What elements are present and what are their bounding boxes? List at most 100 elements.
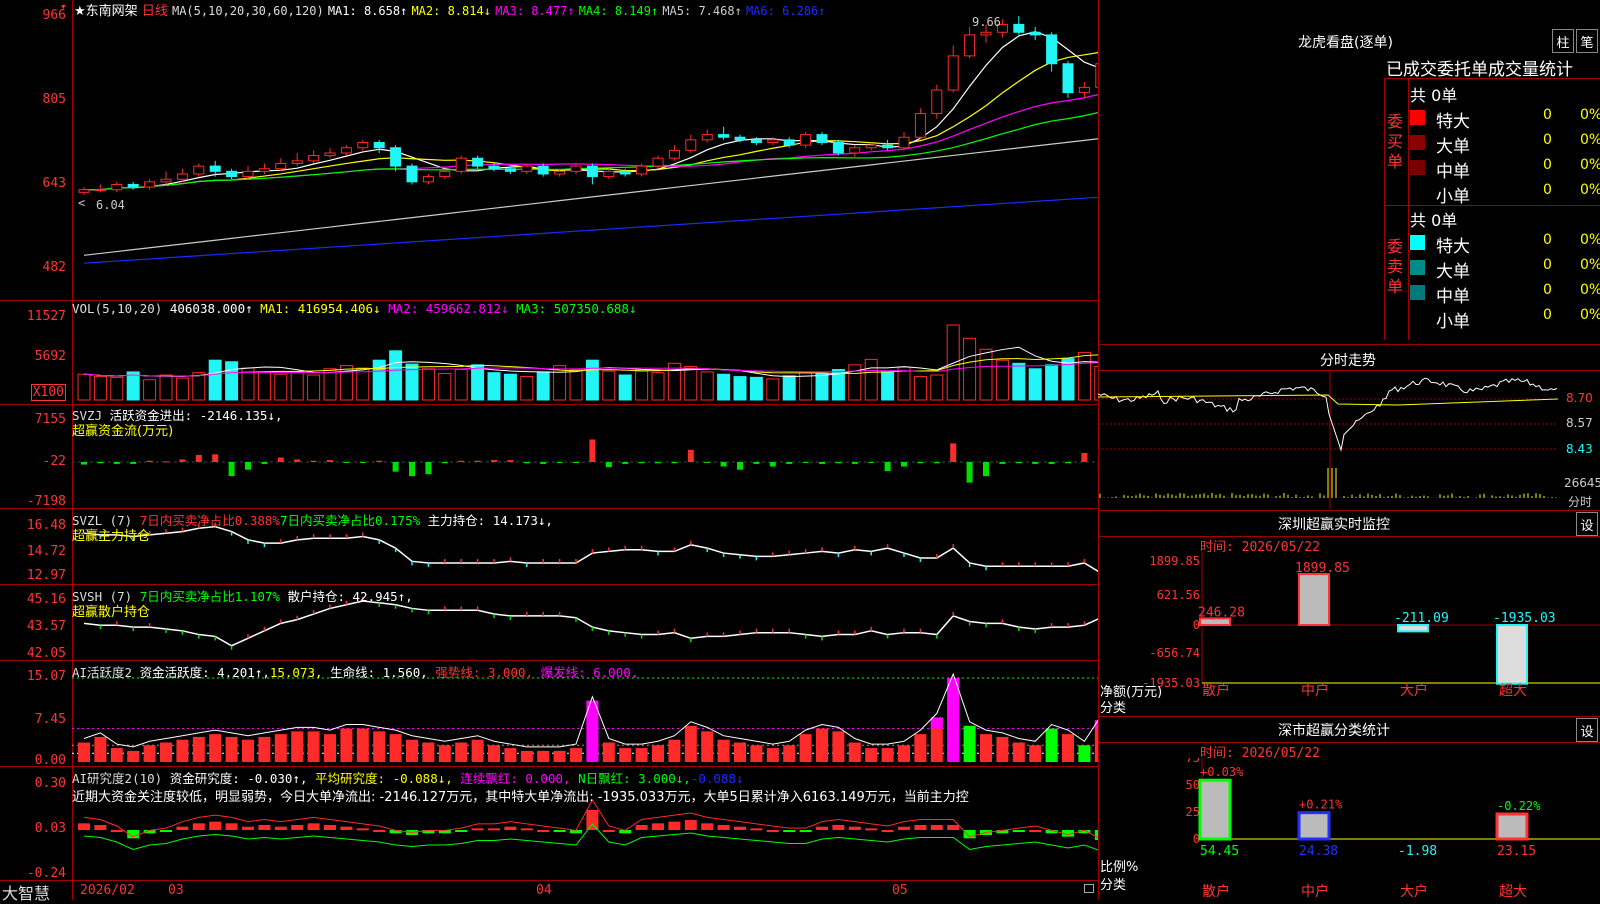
brand-label: 大智慧: [2, 880, 50, 904]
activity-bar: [472, 740, 484, 762]
activity-bar: [209, 734, 221, 762]
svzj-bar: [1081, 453, 1087, 462]
activity-bar: [340, 729, 352, 762]
candle-body: [505, 169, 515, 172]
candle-body: [227, 171, 237, 176]
dragon-title: 龙虎看盘(逐单): [1298, 32, 1393, 52]
activity-bar: [193, 737, 205, 762]
buy-row-p: 0%: [1580, 107, 1600, 123]
ma-label: MA(5,10,20,30,60,120): [172, 4, 324, 18]
svzj-bar: [294, 459, 300, 462]
volume-bar: [324, 369, 336, 400]
monitor-category-label: 中户: [1301, 682, 1329, 699]
candle-body: [489, 166, 499, 169]
svzj-bar: [245, 462, 251, 470]
candle-body: [768, 140, 778, 143]
sell-row-name: 特大: [1436, 232, 1470, 257]
research-bar: [685, 820, 697, 830]
svzj-bar: [163, 461, 169, 462]
research-bar: [636, 825, 648, 830]
volume-bar: [898, 367, 910, 400]
intraday-chart[interactable]: [1098, 371, 1600, 509]
research-bar: [554, 830, 566, 832]
volume-bar: [176, 378, 188, 400]
monitor-settings-button[interactable]: 设: [1576, 512, 1598, 536]
svzj-bar: [999, 462, 1005, 464]
research-bar: [701, 823, 713, 830]
candle-body: [587, 166, 597, 176]
menu-corner-icon[interactable]: ▾: [60, 0, 67, 13]
research-bar: [472, 828, 484, 830]
ai1-text3: 生命线: 1.560,: [330, 665, 428, 680]
research-bar: [882, 830, 894, 832]
research-bar: [947, 825, 959, 830]
research-bar: [226, 823, 238, 830]
volume-bar: [882, 372, 894, 400]
candle-body: [833, 142, 843, 152]
svsh-axis-label: 45.16: [27, 592, 66, 607]
intraday-volume: 26645: [1564, 476, 1600, 490]
volume-bar: [668, 363, 680, 400]
candle-body: [555, 171, 565, 174]
ai2-axis-label: -0.24: [27, 866, 66, 881]
candle-body: [538, 166, 548, 174]
buy-side-label: 委买单: [1387, 112, 1405, 172]
volume-bar: [422, 369, 434, 400]
research-bar: [242, 827, 254, 830]
ai2-text2: 平均研究度: -0.088↓,: [315, 771, 453, 786]
candle-body: [899, 137, 909, 147]
chart-area[interactable]: 966 805 643 482 ▾ ★东南网架 日线 MA(5,10,20,30…: [0, 0, 1098, 900]
volume-bar: [603, 371, 615, 400]
monitor-value-label: 1899.85: [1295, 561, 1350, 576]
candle-body: [95, 190, 105, 191]
sell-row-v: 0: [1543, 282, 1552, 298]
activity-bar: [1029, 745, 1041, 762]
kline-chart[interactable]: [0, 0, 1098, 900]
activity-bar: [800, 734, 812, 762]
column-view-button[interactable]: 柱: [1552, 29, 1574, 53]
ai1-axis-label: 7.45: [35, 712, 66, 727]
volume-bar: [1013, 363, 1025, 400]
candle-body: [653, 158, 663, 166]
classify-change-label: +0.21%: [1299, 798, 1343, 812]
volume-bar: [504, 374, 516, 400]
activity-bar: [422, 742, 434, 762]
vol-label: VOL(5,10,20): [72, 301, 162, 316]
monitor-category-label: 超大: [1499, 683, 1527, 699]
svzj-bar: [589, 439, 595, 462]
monitor-category-label: 大户: [1400, 682, 1428, 699]
date-label: 05: [892, 883, 908, 898]
candle-body: [423, 177, 433, 182]
ai1-text5: 爆发线: 6.000,: [541, 665, 639, 680]
candle-body: [637, 166, 647, 174]
classify-settings-button[interactable]: 设: [1576, 718, 1598, 742]
research-bar: [504, 827, 516, 830]
monitor-axis-label: 621.56: [1157, 588, 1200, 602]
date-label: 03: [168, 883, 184, 898]
ratio-chart[interactable]: 755025054.45散户24.38中户-1.98大户23.15超大+0.03…: [1098, 758, 1600, 900]
activity-bar: [226, 737, 238, 762]
svzl-axis-label: 16.48: [27, 518, 66, 533]
intraday-unit: 分时: [1568, 493, 1592, 510]
ma2-value: MA2: 8.814↓: [411, 4, 490, 18]
candle-body: [194, 166, 204, 174]
tick-view-button[interactable]: 笔: [1576, 29, 1598, 53]
net-amount-chart[interactable]: 1899.85621.560-656.74-1935.03246.28散户189…: [1098, 552, 1600, 717]
vol-axis-label: 5692: [35, 349, 66, 364]
classify-value-label: 24.38: [1299, 844, 1338, 859]
svzj-bar: [442, 462, 448, 463]
candle-body: [1014, 24, 1024, 32]
ai1-text4: 强势线: 3.000,: [435, 665, 533, 680]
volume-bar: [980, 349, 992, 400]
activity-bar: [1078, 745, 1090, 762]
buy-row-v: 0: [1543, 182, 1552, 198]
ma6-value: MA6: 6.286↑: [746, 4, 825, 18]
legend-swatch: [1410, 110, 1425, 125]
ai1-label: AI活跃度2: [72, 665, 132, 680]
classify-axis-label: 75: [1186, 758, 1200, 765]
lock-icon[interactable]: [1084, 884, 1094, 893]
period-label[interactable]: 日线: [142, 4, 168, 19]
vol-value: 406038.000↑: [170, 301, 253, 316]
research-bar: [849, 827, 861, 830]
svzj-bar: [803, 462, 809, 463]
